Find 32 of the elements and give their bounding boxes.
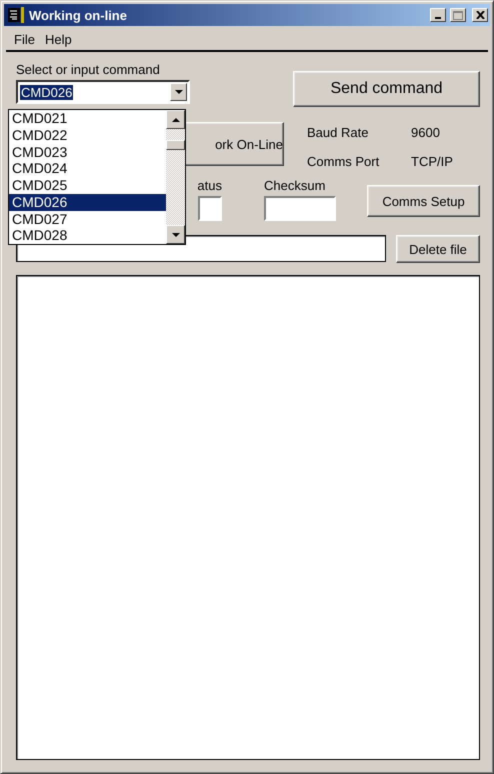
window-title: Working on-line bbox=[29, 8, 128, 22]
menu-item[interactable]: File bbox=[10, 32, 41, 46]
comms-setup-button[interactable]: Comms Setup bbox=[367, 185, 480, 217]
command-combobox[interactable]: CMD026 bbox=[16, 80, 190, 104]
command-option[interactable]: CMD028 bbox=[9, 227, 166, 244]
setting-label: Baud Rate bbox=[307, 125, 370, 142]
send-command-button[interactable]: Send command bbox=[293, 71, 480, 107]
setting-label: Comms Port bbox=[307, 154, 380, 170]
close-button[interactable] bbox=[472, 8, 488, 22]
command-option[interactable]: CMD026 bbox=[9, 194, 166, 210]
status-label: atus bbox=[197, 178, 222, 195]
command-option[interactable]: CMD025 bbox=[9, 177, 166, 194]
command-option[interactable]: CMD024 bbox=[9, 160, 166, 177]
command-label: Select or input command bbox=[16, 62, 161, 79]
command-option[interactable]: CMD021 bbox=[9, 110, 166, 127]
status-field[interactable] bbox=[198, 196, 222, 221]
command-option[interactable]: CMD027 bbox=[9, 210, 166, 228]
command-option[interactable]: CMD023 bbox=[9, 144, 166, 160]
maximize-icon bbox=[453, 10, 463, 20]
minimize-button[interactable] bbox=[430, 8, 446, 22]
close-icon bbox=[476, 11, 484, 19]
setting-value: TCP/IP bbox=[411, 154, 453, 170]
scroll-thumb[interactable] bbox=[166, 140, 185, 150]
maximize-button[interactable] bbox=[450, 8, 466, 22]
menu-item[interactable]: Help bbox=[40, 32, 78, 46]
scrollbar[interactable] bbox=[166, 110, 185, 244]
checksum-field[interactable] bbox=[264, 196, 336, 221]
app-icon bbox=[8, 7, 25, 23]
command-option[interactable]: CMD022 bbox=[9, 126, 166, 144]
delete-file-button[interactable]: Delete file bbox=[396, 235, 480, 263]
setting-value: 9600 bbox=[411, 125, 441, 142]
checksum-label: Checksum bbox=[264, 178, 326, 195]
